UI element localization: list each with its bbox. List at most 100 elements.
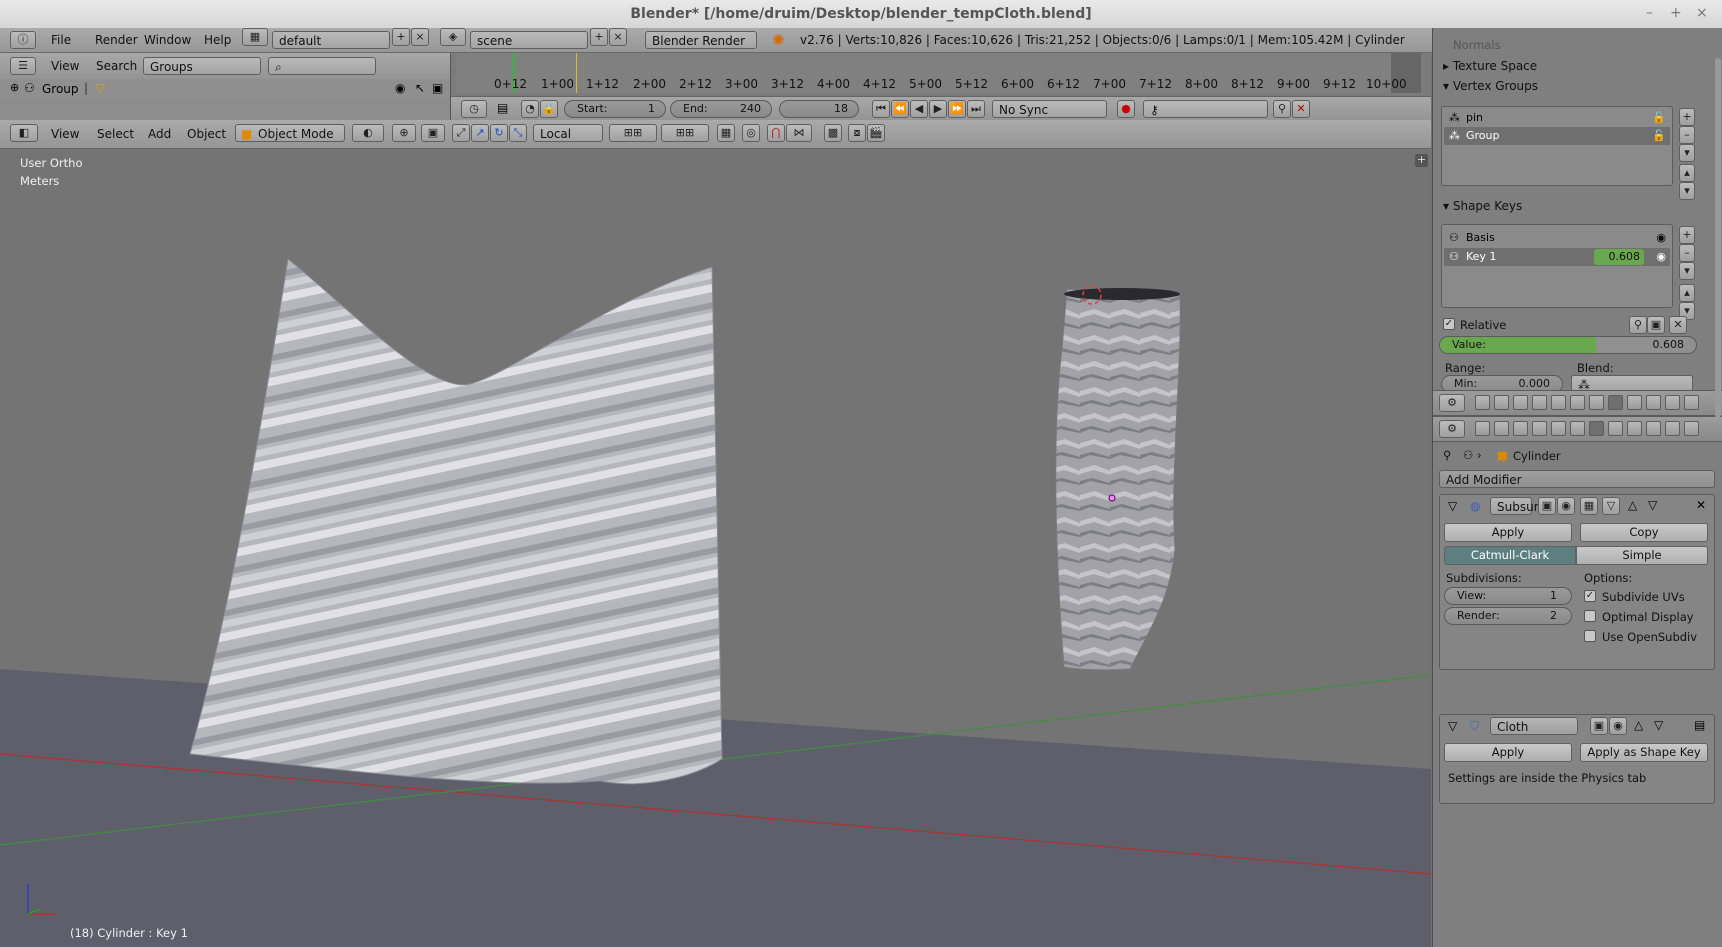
properties-scrollbar[interactable]: [1715, 58, 1721, 418]
shape-keys-section[interactable]: ▾ Shape Keys: [1443, 199, 1522, 213]
view-tools-expand-icon[interactable]: +: [1415, 154, 1428, 167]
close-button[interactable]: ×: [1696, 5, 1708, 21]
insert-keyframe-icon[interactable]: ⚲: [1273, 100, 1291, 118]
constraints-tab-icon[interactable]: [1570, 395, 1585, 410]
timeline-playback-icon[interactable]: ◔: [521, 100, 539, 118]
vertex-groups-section[interactable]: ▾ Vertex Groups: [1443, 79, 1538, 93]
scene-browse-icon[interactable]: ◈: [440, 28, 466, 46]
modifiers-tab-icon[interactable]: [1589, 395, 1604, 410]
visibility-eye-icon[interactable]: ◉: [395, 81, 405, 95]
clear-shape-icon[interactable]: ✕: [1669, 316, 1687, 334]
shape-key-value-slider[interactable]: Value: 0.608: [1439, 336, 1697, 354]
scene-add-icon[interactable]: +: [590, 28, 608, 46]
shape-key-item-key1[interactable]: ⚇ Key 1 0.608 ◉: [1444, 248, 1670, 266]
manipulator-icon[interactable]: ⤢: [452, 124, 470, 142]
subsurf-name-field[interactable]: Subsur: [1490, 497, 1539, 515]
collapse-icon[interactable]: ▽: [1448, 499, 1457, 513]
shape-key-remove-icon[interactable]: –: [1679, 244, 1695, 262]
render-toggle-icon[interactable]: ▣: [1590, 717, 1608, 735]
scene-name-field[interactable]: scene: [470, 31, 588, 49]
pivot-point-icon[interactable]: ⊕: [392, 124, 416, 142]
proportional-edit-icon[interactable]: ◎: [742, 124, 760, 142]
vertex-group-item-pin[interactable]: ⁂ pin 🔓: [1444, 109, 1670, 127]
vertex-group-list[interactable]: ⁂ pin 🔓 ⁂ Group 🔓: [1441, 106, 1673, 186]
modifiers-tab-icon[interactable]: [1589, 421, 1604, 436]
play-icon[interactable]: ▶: [929, 100, 947, 118]
keying-set-field[interactable]: ⚷: [1143, 100, 1268, 118]
lock-icon[interactable]: 🔒: [540, 100, 558, 118]
rotate-icon[interactable]: ↻: [490, 124, 508, 142]
viewport-toggle-icon[interactable]: ◉: [1609, 717, 1627, 735]
timeline-ruler[interactable]: 0+12 1+00 1+12 2+00 2+12 3+00 3+12 4+00 …: [456, 53, 1421, 93]
info-editor-type-icon[interactable]: ⓘ: [10, 31, 36, 49]
properties-editor-type-icon[interactable]: ⚙: [1439, 394, 1465, 412]
view3d-menu-select[interactable]: Select: [97, 127, 134, 141]
use-opensubdiv-checkbox[interactable]: [1584, 630, 1596, 642]
viewport-toggle-icon[interactable]: ◉: [1557, 497, 1575, 515]
scene-layers-icon[interactable]: ⊞⊞: [609, 124, 657, 142]
world-tab-icon[interactable]: [1532, 395, 1547, 410]
move-down-icon[interactable]: ▽: [1648, 498, 1657, 512]
menu-help[interactable]: Help: [204, 33, 231, 47]
end-frame-field[interactable]: End: 240: [670, 100, 772, 118]
view3d-menu-add[interactable]: Add: [148, 127, 171, 141]
render-engine-select[interactable]: Blender Render: [645, 31, 757, 49]
move-up-icon[interactable]: △: [1628, 498, 1637, 512]
jump-end-icon[interactable]: ⏭: [967, 100, 985, 118]
viewport-shading-icon[interactable]: ◐: [352, 124, 384, 142]
physics-tab-icon[interactable]: [1684, 395, 1699, 410]
menu-window[interactable]: Window: [144, 33, 191, 47]
jump-start-icon[interactable]: ⏮: [872, 100, 890, 118]
add-modifier-select[interactable]: Add Modifier: [1439, 470, 1715, 488]
particles-tab-icon[interactable]: [1665, 421, 1680, 436]
interaction-mode-select[interactable]: ■ Object Mode: [235, 124, 345, 142]
shape-key-specials-icon[interactable]: ▾: [1679, 262, 1695, 280]
physics-tab-icon[interactable]: [1684, 421, 1699, 436]
outliner-row-group[interactable]: ⊕ ⚇ Group | ▽ ◉ ↖ ▣: [0, 79, 450, 99]
outliner-menu-search[interactable]: Search: [96, 59, 137, 73]
particles-tab-icon[interactable]: [1665, 395, 1680, 410]
3d-view-editor-type-icon[interactable]: ◧: [10, 124, 38, 142]
transform-orientation-select[interactable]: Local: [533, 124, 603, 142]
subsurf-view-levels-field[interactable]: View: 1: [1444, 587, 1572, 605]
translate-icon[interactable]: ↗: [471, 124, 489, 142]
object-tab-icon[interactable]: [1551, 421, 1566, 436]
scene-tab-icon[interactable]: [1513, 395, 1528, 410]
sync-mode-select[interactable]: No Sync: [992, 100, 1107, 118]
scene-remove-icon[interactable]: ×: [609, 28, 627, 46]
subdivide-uvs-checkbox[interactable]: ✓: [1584, 590, 1596, 602]
constraints-tab-icon[interactable]: [1570, 421, 1585, 436]
texture-tab-icon[interactable]: [1646, 395, 1661, 410]
data-tab-icon[interactable]: [1608, 395, 1623, 410]
data-tab-icon[interactable]: [1608, 421, 1623, 436]
shape-key-item-basis[interactable]: ⚇ Basis ◉: [1444, 229, 1670, 247]
snap-element-icon[interactable]: ⋈: [786, 124, 812, 142]
vertex-group-move-up-icon[interactable]: ▴: [1679, 164, 1695, 182]
collapse-icon[interactable]: ▽: [1448, 719, 1457, 733]
visibility-eye-icon[interactable]: ◉: [1656, 229, 1666, 247]
simple-toggle[interactable]: Simple: [1576, 546, 1708, 565]
cloth-apply-button[interactable]: Apply: [1444, 743, 1572, 762]
relative-checkbox[interactable]: ✓: [1443, 318, 1455, 330]
layout-name-field[interactable]: default: [272, 31, 390, 49]
subsurf-apply-button[interactable]: Apply: [1444, 523, 1572, 542]
render-camera-icon[interactable]: ▣: [432, 81, 443, 95]
remove-modifier-icon[interactable]: ✕: [1696, 498, 1706, 512]
properties-editor-type-icon[interactable]: ⚙: [1439, 420, 1465, 438]
outliner-menu-view[interactable]: View: [51, 59, 79, 73]
cage-toggle-icon[interactable]: ▽: [1602, 497, 1620, 515]
outliner-search-input[interactable]: ⌕: [268, 57, 376, 75]
render-layers-tab-icon[interactable]: [1494, 421, 1509, 436]
layout-remove-icon[interactable]: ×: [411, 28, 429, 46]
record-icon[interactable]: ●: [1117, 100, 1135, 118]
delete-keyframe-icon[interactable]: ✕: [1292, 100, 1310, 118]
snap-magnet-icon[interactable]: ⋂: [767, 124, 785, 142]
shape-key-pin-icon[interactable]: ⚲: [1629, 316, 1647, 334]
optimal-display-checkbox[interactable]: [1584, 610, 1596, 622]
view3d-menu-view[interactable]: View: [51, 127, 79, 141]
material-tab-icon[interactable]: [1627, 421, 1642, 436]
apply-as-shape-key-button[interactable]: Apply as Shape Key: [1580, 743, 1708, 762]
render-animation-icon[interactable]: 🎬: [867, 124, 885, 142]
render-still-icon[interactable]: ⧇: [848, 124, 866, 142]
next-keyframe-icon[interactable]: ⏩: [948, 100, 966, 118]
